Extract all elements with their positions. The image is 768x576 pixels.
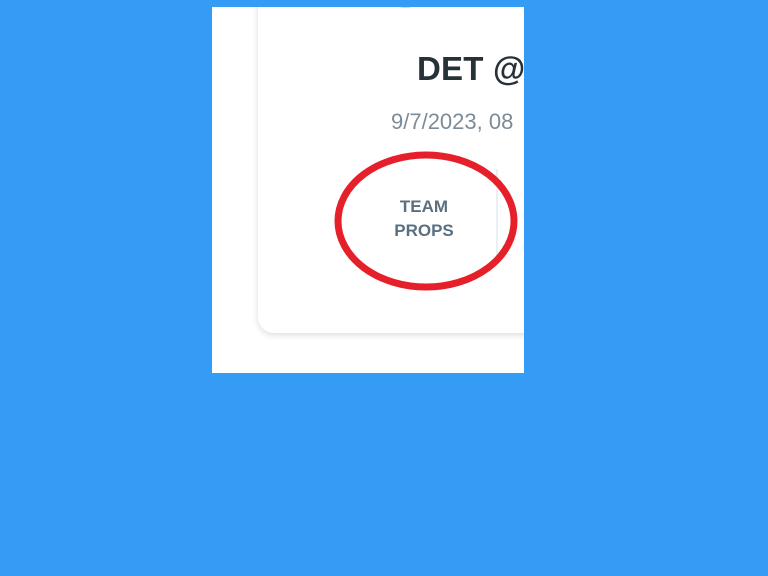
game-datetime: 9/7/2023, 08 <box>391 109 514 134</box>
screenshot-viewport: DET @ 9/7/2023, 08 TEAM PROPS <box>212 7 524 373</box>
tab-team-props-label-line2: PROPS <box>394 221 454 240</box>
game-card: DET @ 9/7/2023, 08 TEAM PROPS <box>258 7 524 333</box>
team-logo-icon <box>399 7 412 8</box>
tab-team-props[interactable]: TEAM PROPS <box>374 195 474 243</box>
game-title: DET @ <box>417 50 524 87</box>
tab-team-props-label-line1: TEAM <box>399 197 449 216</box>
tab-divider <box>496 169 498 259</box>
